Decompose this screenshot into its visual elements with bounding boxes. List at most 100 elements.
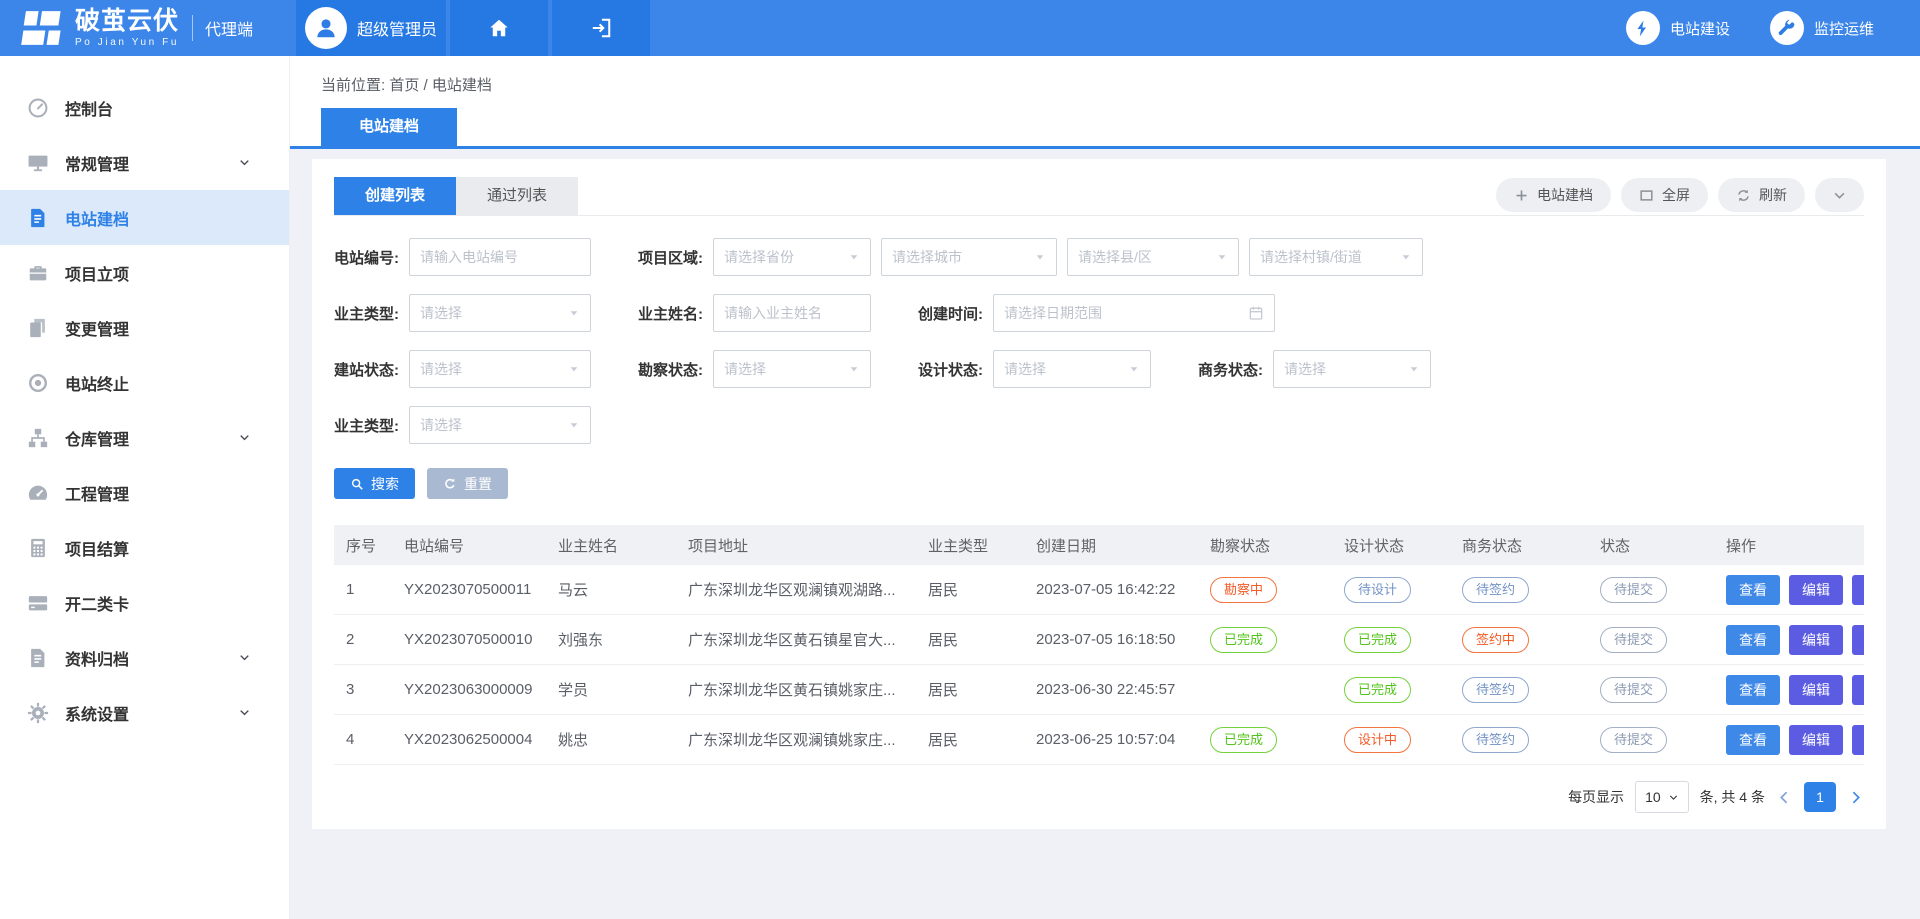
- user-menu[interactable]: 超级管理员: [296, 0, 446, 56]
- filter-select[interactable]: 请选择: [1273, 350, 1431, 388]
- cell-status: 待提交: [1588, 715, 1714, 765]
- filter-select[interactable]: 请选择: [409, 294, 591, 332]
- sidebar-item[interactable]: 项目结算: [0, 520, 289, 575]
- sidebar-item-label: 开二类卡: [65, 591, 129, 615]
- home-button[interactable]: [450, 0, 548, 56]
- toolbar-add-station-button[interactable]: 电站建档: [1496, 178, 1611, 212]
- wrench-icon: [1777, 19, 1796, 38]
- view-button[interactable]: 查看: [1726, 575, 1780, 605]
- cell-project-address: 广东深圳龙华区观澜镇观湖路...: [676, 565, 916, 615]
- breadcrumb: 当前位置: 首页 / 电站建档: [321, 74, 1920, 95]
- breadcrumb-path[interactable]: 首页 / 电站建档: [389, 77, 492, 94]
- caret-down-icon: [1400, 251, 1412, 263]
- filter-text-input[interactable]: 请输入电站编号: [409, 238, 591, 276]
- filter-select[interactable]: 请选择城市: [881, 238, 1057, 276]
- cell-design-status: 已完成: [1332, 615, 1450, 665]
- brand-divider: [192, 15, 193, 41]
- cell-design-status: 待设计: [1332, 565, 1450, 615]
- filter-group: 业主类型:请选择: [334, 406, 591, 444]
- doc-icon: [27, 647, 49, 669]
- sidebar-item[interactable]: 项目立项: [0, 245, 289, 300]
- cell-created-date: 2023-06-25 10:57:04: [1024, 715, 1198, 765]
- sidebar-item[interactable]: 常规管理: [0, 135, 289, 190]
- layout: 控制台常规管理电站建档项目立项变更管理电站终止仓库管理工程管理项目结算开二类卡资…: [0, 56, 1920, 919]
- toolbar-fullscreen-button[interactable]: 全屏: [1621, 178, 1708, 212]
- edit-button[interactable]: 编辑: [1789, 575, 1843, 605]
- cell-owner-name: 马云: [546, 565, 676, 615]
- station-table: 序号电站编号业主姓名项目地址业主类型创建日期勘察状态设计状态商务状态状态操作 1…: [334, 525, 1864, 765]
- cell-serial: 3: [334, 665, 392, 715]
- filter-group: 请选择县/区: [1067, 238, 1239, 276]
- cell-project-address: 广东深圳龙华区黄石镇星官大...: [676, 615, 916, 665]
- filter-select[interactable]: 请选择: [993, 350, 1151, 388]
- placeholder-text: 请输入电站编号: [420, 247, 580, 267]
- topnav-monitor-ops[interactable]: 监控运维: [1770, 11, 1874, 45]
- refresh-icon: [1736, 188, 1751, 203]
- void-button[interactable]: 作废: [1852, 575, 1864, 605]
- view-button[interactable]: 查看: [1726, 725, 1780, 755]
- cell-serial: 2: [334, 615, 392, 665]
- per-page-select[interactable]: 10: [1635, 781, 1689, 813]
- tab-pass-list[interactable]: 通过列表: [456, 177, 578, 215]
- placeholder-text: 请选择: [420, 415, 562, 435]
- cell-status: 待提交: [1588, 665, 1714, 715]
- edit-button[interactable]: 编辑: [1789, 725, 1843, 755]
- toolbar-more-button[interactable]: [1815, 178, 1864, 212]
- placeholder-text: 请选择: [724, 359, 842, 379]
- edit-button[interactable]: 编辑: [1789, 625, 1843, 655]
- sitemap-icon: [27, 427, 49, 449]
- reset-button[interactable]: 重置: [427, 468, 508, 499]
- filter-select[interactable]: 请选择: [409, 350, 591, 388]
- filter-text-input[interactable]: 请输入业主姓名: [713, 294, 871, 332]
- sidebar-item[interactable]: 电站建档: [0, 190, 289, 245]
- prev-page-icon[interactable]: [1776, 789, 1793, 806]
- column-header: 序号: [334, 525, 392, 565]
- sidebar-item[interactable]: 变更管理: [0, 300, 289, 355]
- toolbar-button-label: 全屏: [1662, 185, 1690, 205]
- topnav-station-build[interactable]: 电站建设: [1626, 11, 1730, 45]
- sidebar-item[interactable]: 工程管理: [0, 465, 289, 520]
- copy-icon: [27, 317, 49, 339]
- placeholder-text: 请选择: [420, 303, 562, 323]
- cell-survey-status: 勘察中: [1198, 565, 1332, 615]
- column-header: 创建日期: [1024, 525, 1198, 565]
- filter-date-input[interactable]: 请选择日期范围: [993, 294, 1275, 332]
- table-row: 1YX2023070500011马云广东深圳龙华区观澜镇观湖路...居民2023…: [334, 565, 1864, 615]
- search-button[interactable]: 搜索: [334, 468, 415, 499]
- cell-project-address: 广东深圳龙华区黄石镇姚家庄...: [676, 665, 916, 715]
- chevron-down-icon: [238, 706, 251, 719]
- filter-select[interactable]: 请选择村镇/街道: [1249, 238, 1423, 276]
- reset-label: 重置: [464, 474, 492, 494]
- filter-group: 设计状态:请选择: [918, 350, 1151, 388]
- void-button[interactable]: 作废: [1852, 625, 1864, 655]
- sidebar-item[interactable]: 资料归档: [0, 630, 289, 685]
- gauge-icon: [27, 482, 49, 504]
- brand-subtitle: Po Jian Yun Fu: [75, 38, 179, 48]
- column-header: 电站编号: [392, 525, 546, 565]
- logout-button[interactable]: [552, 0, 650, 56]
- sidebar-item[interactable]: 系统设置: [0, 685, 289, 740]
- next-page-icon[interactable]: [1847, 789, 1864, 806]
- toolbar-refresh-button[interactable]: 刷新: [1718, 178, 1805, 212]
- filter-select[interactable]: 请选择: [409, 406, 591, 444]
- edit-button[interactable]: 编辑: [1789, 675, 1843, 705]
- caret-down-icon: [568, 307, 580, 319]
- sidebar-item-label: 常规管理: [65, 151, 129, 175]
- void-button[interactable]: 作废: [1852, 675, 1864, 705]
- filter-select[interactable]: 请选择省份: [713, 238, 871, 276]
- sidebar-item[interactable]: 仓库管理: [0, 410, 289, 465]
- sidebar-item[interactable]: 电站终止: [0, 355, 289, 410]
- toolbar-button-label: 刷新: [1759, 185, 1787, 205]
- page-tab-station-archive[interactable]: 电站建档: [321, 108, 457, 146]
- current-page[interactable]: 1: [1804, 782, 1836, 812]
- sidebar-item[interactable]: 控制台: [0, 80, 289, 135]
- tab-create-list[interactable]: 创建列表: [334, 177, 456, 215]
- void-button[interactable]: 作废: [1852, 725, 1864, 755]
- sidebar-item[interactable]: 开二类卡: [0, 575, 289, 630]
- view-button[interactable]: 查看: [1726, 625, 1780, 655]
- main-area: 当前位置: 首页 / 电站建档 电站建档 创建列表通过列表 电站建档全屏刷新 电…: [290, 56, 1920, 919]
- filter-select[interactable]: 请选择县/区: [1067, 238, 1239, 276]
- view-button[interactable]: 查看: [1726, 675, 1780, 705]
- sidebar-item-label: 电站建档: [65, 206, 129, 230]
- filter-select[interactable]: 请选择: [713, 350, 871, 388]
